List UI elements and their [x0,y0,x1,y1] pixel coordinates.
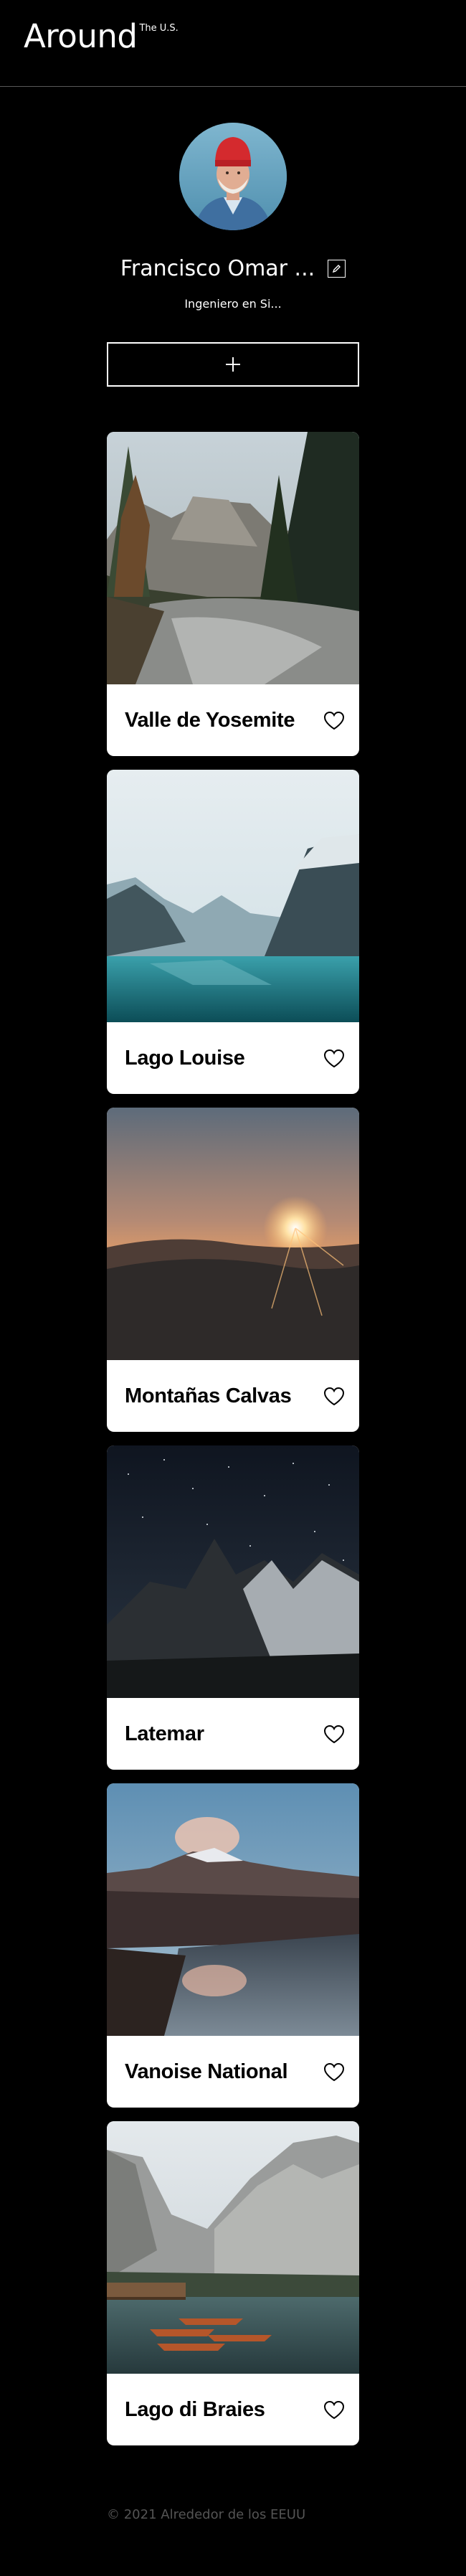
heart-icon[interactable] [323,1049,345,1068]
card-image[interactable] [107,432,359,684]
card-image[interactable] [107,2121,359,2374]
card-title: Valle de Yosemite [125,708,295,732]
card-footer: Vanoise National [107,2036,359,2108]
heart-icon[interactable] [323,2400,345,2420]
heart-icon[interactable] [323,1387,345,1406]
footer-copyright: © 2021 Alrededor de los EEUU [107,2507,306,2522]
card-title: Lago di Braies [125,2397,265,2421]
card-footer: Lago di Braies [107,2374,359,2445]
card[interactable]: Lago Louise [107,770,359,1094]
card-title: Latemar [125,1722,204,1745]
profile: Francisco Omar ... Ingeniero en Si... [0,123,466,311]
avatar-photo-icon [179,123,287,230]
heart-icon[interactable] [323,1725,345,1744]
name-row: Francisco Omar ... [0,256,466,281]
add-card-button[interactable] [107,342,359,387]
header: Around The U.S. [0,0,466,87]
card-footer: Montañas Calvas [107,1360,359,1432]
card-image[interactable] [107,770,359,1022]
card[interactable]: Montañas Calvas [107,1108,359,1432]
card-footer: Latemar [107,1698,359,1770]
logo-superscript: The U.S. [139,23,179,34]
card-image[interactable] [107,1783,359,2036]
card[interactable]: Vanoise National [107,1783,359,2108]
logo-text: Around [24,17,138,55]
pencil-icon [333,265,341,273]
card-title: Vanoise National [125,2060,288,2083]
edit-profile-button[interactable] [328,260,346,278]
card-footer: Valle de Yosemite [107,684,359,756]
profile-name: Francisco Omar ... [120,256,315,281]
heart-icon[interactable] [323,2062,345,2082]
card-image[interactable] [107,1108,359,1360]
card[interactable]: Valle de Yosemite [107,432,359,756]
card-image[interactable] [107,1445,359,1698]
card[interactable]: Lago di Braies [107,2121,359,2445]
card-title: Lago Louise [125,1046,245,1070]
logo: Around The U.S. [24,20,179,52]
card-title: Montañas Calvas [125,1384,292,1407]
avatar[interactable] [179,123,287,230]
card-footer: Lago Louise [107,1022,359,1094]
heart-icon[interactable] [323,711,345,730]
plus-icon [226,357,240,372]
profile-job: Ingeniero en Si... [184,297,282,311]
card[interactable]: Latemar [107,1445,359,1770]
